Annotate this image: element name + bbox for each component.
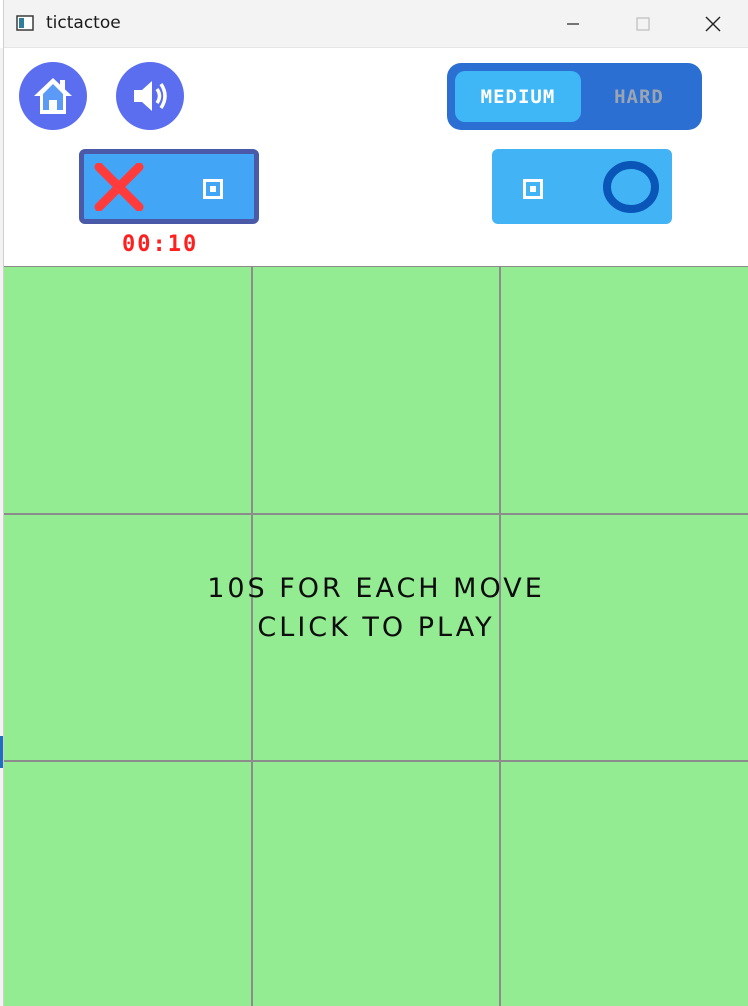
close-button[interactable]: [678, 0, 748, 48]
app-window: tictactoe MEDIUM HARD 00:10 10S FOR EACH…: [4, 0, 748, 1006]
board-cell[interactable]: [4, 761, 252, 1006]
difficulty-option-hard[interactable]: HARD: [585, 71, 693, 122]
difficulty-hard-label: HARD: [614, 85, 664, 108]
title-bar[interactable]: tictactoe: [4, 0, 748, 48]
home-icon: [34, 78, 72, 114]
instruction-line-1: 10S FOR EACH MOVE: [207, 573, 545, 604]
x-mark-icon: [94, 163, 144, 211]
score-dot: [210, 186, 216, 192]
minimize-icon: [567, 23, 579, 25]
home-button[interactable]: [19, 62, 87, 130]
score-dot: [530, 186, 536, 192]
board-cell[interactable]: [252, 267, 500, 514]
sound-button[interactable]: [116, 62, 184, 130]
player-x-card: [79, 149, 259, 224]
difficulty-toggle[interactable]: MEDIUM HARD: [447, 63, 702, 130]
player-o-score: [523, 179, 543, 199]
player-x-score: [203, 179, 223, 199]
instruction-line-2: CLICK TO PLAY: [257, 612, 495, 643]
board-cell[interactable]: [4, 267, 252, 514]
game-toolbar: MEDIUM HARD 00:10: [4, 48, 748, 266]
board-cell[interactable]: [500, 761, 748, 1006]
o-mark-icon: [603, 161, 659, 213]
move-timer: 00:10: [122, 232, 199, 257]
board-cell[interactable]: [252, 761, 500, 1006]
difficulty-medium-label: MEDIUM: [480, 85, 556, 108]
maximize-button[interactable]: [608, 0, 678, 48]
grid-line-horizontal: [4, 513, 748, 515]
close-icon: [705, 16, 721, 32]
minimize-button[interactable]: [538, 0, 608, 48]
player-o-card: [492, 149, 672, 224]
speaker-icon: [134, 81, 167, 111]
grid-line-horizontal: [4, 760, 748, 762]
maximize-icon: [636, 17, 650, 31]
window-title: tictactoe: [46, 13, 121, 33]
difficulty-option-medium[interactable]: MEDIUM: [455, 71, 581, 122]
game-board[interactable]: 10S FOR EACH MOVE CLICK TO PLAY: [4, 266, 748, 1006]
board-cell[interactable]: [500, 267, 748, 514]
app-window-icon: [16, 15, 34, 31]
